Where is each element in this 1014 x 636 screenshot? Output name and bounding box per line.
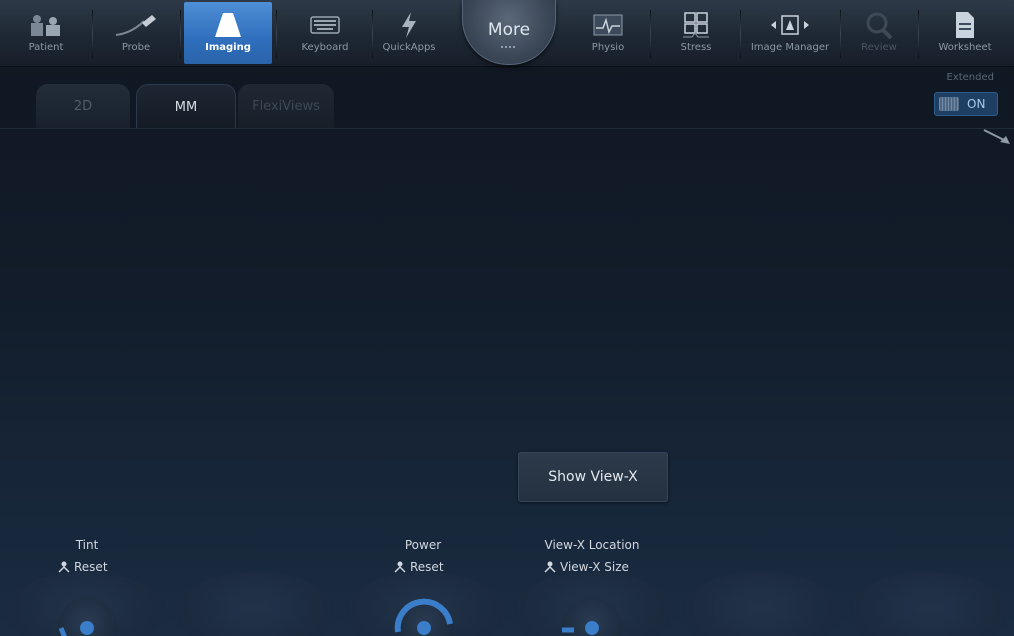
corner-arrow-icon [982, 126, 1012, 150]
keyboard-icon [310, 10, 340, 40]
toolbar-physio[interactable]: Physio [570, 2, 646, 64]
tab-mm-label: MM [174, 99, 198, 115]
toolbar-patient[interactable]: Patient [6, 2, 86, 64]
toolbar-stress-label: Stress [680, 42, 712, 53]
power-knob[interactable] [394, 598, 454, 636]
show-view-x-label: Show View-X [548, 469, 638, 485]
tint-label: Tint [75, 538, 99, 552]
top-toolbar: Patient Probe Imaging Keyboard QuickApps… [0, 0, 1014, 67]
toolbar-image-manager[interactable]: Image Manager [744, 2, 836, 64]
rotary-slot-5 [676, 572, 846, 636]
tab-flexiviews[interactable]: FlexiViews [238, 84, 334, 128]
review-icon [864, 10, 894, 40]
press-icon [394, 561, 406, 573]
extended-label: Extended [946, 72, 995, 83]
toolbar-keyboard[interactable]: Keyboard [280, 2, 370, 64]
rotary-slot-6 [844, 572, 1014, 636]
more-dots-icon [501, 46, 517, 48]
toolbar-probe-label: Probe [121, 42, 151, 53]
view-x-size-label: View-X Size [560, 560, 629, 574]
toolbar-patient-label: Patient [28, 42, 64, 53]
toolbar-review-label: Review [861, 42, 897, 53]
rotary-slot-2 [170, 572, 340, 636]
toolbar-imaging[interactable]: Imaging [184, 2, 272, 64]
imaging-icon [213, 10, 243, 40]
physio-icon [593, 10, 623, 40]
tab-mm[interactable]: MM [136, 84, 236, 129]
stress-icon [682, 10, 710, 40]
extended-toggle[interactable]: ON [934, 92, 998, 116]
power-label: Power [404, 538, 442, 552]
view-x-location-label: View-X Location [544, 538, 640, 552]
tab-2d-label: 2D [73, 98, 93, 114]
worksheet-icon [954, 10, 976, 40]
toolbar-imaging-label: Imaging [205, 42, 251, 53]
tab-divider [0, 128, 1014, 129]
toolbar-keyboard-label: Keyboard [301, 42, 349, 53]
press-icon [58, 561, 70, 573]
more-button-label: More [487, 20, 531, 40]
toolbar-worksheet-label: Worksheet [938, 42, 992, 53]
view-x-location-knob[interactable] [562, 598, 622, 636]
patient-icon [29, 10, 63, 40]
extended-toggle-text: ON [967, 97, 986, 111]
power-reset-button[interactable]: Reset [394, 560, 444, 574]
tab-2d[interactable]: 2D [36, 84, 130, 128]
lightning-icon [399, 10, 419, 40]
show-view-x-button[interactable]: Show View-X [518, 452, 668, 502]
toolbar-quickapps[interactable]: QuickApps [374, 2, 444, 64]
image-manager-icon [768, 10, 812, 40]
toolbar-stress[interactable]: Stress [654, 2, 738, 64]
toolbar-worksheet[interactable]: Worksheet [924, 2, 1006, 64]
ultrasound-touch-panel: Patient Probe Imaging Keyboard QuickApps… [0, 0, 1014, 636]
toolbar-review[interactable]: Review [844, 2, 914, 64]
toggle-grip-icon [939, 97, 959, 111]
tint-knob[interactable] [57, 598, 117, 636]
toolbar-probe[interactable]: Probe [96, 2, 176, 64]
toolbar-quickapps-label: QuickApps [382, 42, 436, 53]
tint-reset-button[interactable]: Reset [58, 560, 108, 574]
view-x-size-button[interactable]: View-X Size [544, 560, 629, 574]
press-icon [544, 561, 556, 573]
tint-reset-label: Reset [74, 560, 108, 574]
toolbar-physio-label: Physio [591, 42, 625, 53]
power-reset-label: Reset [410, 560, 444, 574]
probe-icon [114, 10, 158, 40]
toolbar-image-manager-label: Image Manager [750, 42, 830, 53]
tab-flexiviews-label: FlexiViews [252, 98, 320, 114]
more-button[interactable]: More [462, 0, 556, 65]
